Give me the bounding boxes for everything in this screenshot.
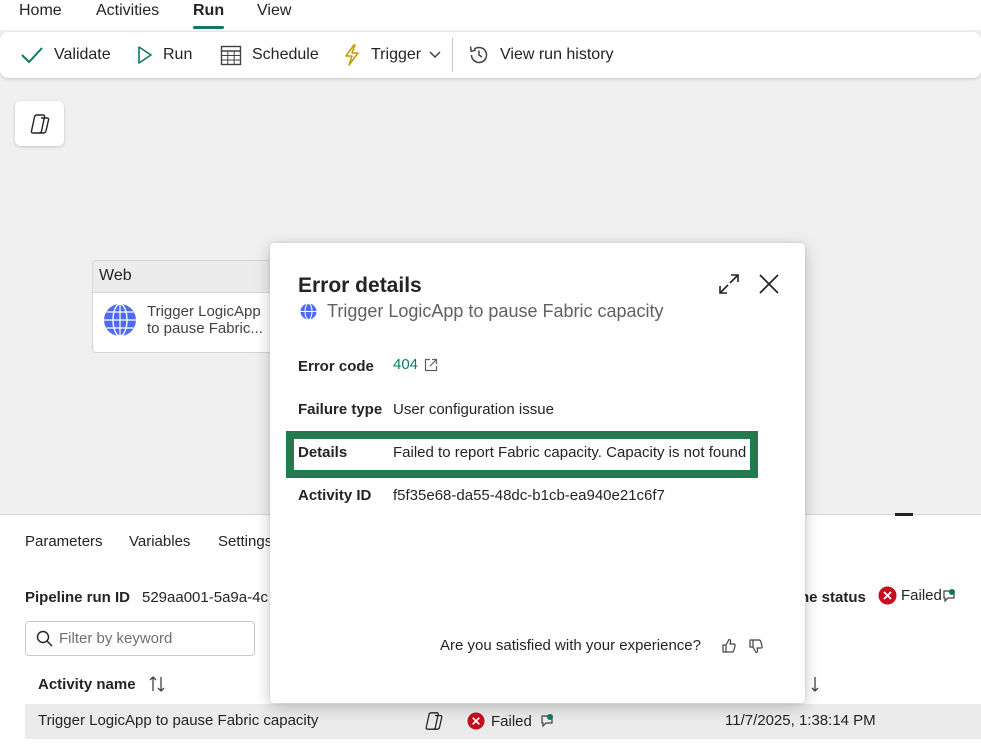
search-icon bbox=[36, 630, 53, 647]
tab-home[interactable]: Home bbox=[19, 2, 62, 20]
row-activity-name: Trigger LogicApp to pause Fabric capacit… bbox=[38, 712, 319, 729]
tab-settings[interactable]: Settings bbox=[218, 533, 272, 550]
activity-body: Trigger LogicApp to pause Fabric... bbox=[103, 303, 267, 337]
row-status-value: Failed bbox=[491, 712, 532, 730]
filter-input-box[interactable] bbox=[25, 621, 255, 656]
close-button[interactable] bbox=[758, 273, 780, 299]
pipeline-run-id-value: 529aa001-5a9a-4c bbox=[142, 589, 268, 606]
dialog-subtitle-text: Trigger LogicApp to pause Fabric capacit… bbox=[327, 301, 664, 321]
message-icon[interactable] bbox=[540, 714, 554, 728]
pipeline-status-label: ne status bbox=[800, 589, 866, 606]
error-code-value: 404 bbox=[393, 356, 419, 373]
resize-handle[interactable] bbox=[895, 513, 913, 516]
column-header-activity-name[interactable]: Activity name bbox=[38, 675, 166, 693]
calendar-icon bbox=[220, 45, 242, 66]
web-activity-card[interactable]: Web Trigger LogicApp to pause Fabric... bbox=[92, 260, 282, 353]
feedback-bar: Are you satisfied with your experience? bbox=[440, 637, 764, 654]
validate-label: Validate bbox=[54, 46, 111, 63]
tab-view[interactable]: View bbox=[257, 2, 291, 20]
toolbar-divider bbox=[452, 38, 453, 72]
details-value: Failed to report Fabric capacity. Capaci… bbox=[393, 444, 747, 461]
close-icon bbox=[759, 274, 779, 294]
play-icon bbox=[138, 46, 152, 64]
expand-icon bbox=[719, 274, 739, 294]
history-icon bbox=[469, 46, 488, 64]
checkmark-icon bbox=[21, 47, 43, 64]
pipeline-status-value: Failed bbox=[901, 587, 942, 604]
schedule-button[interactable]: Schedule bbox=[220, 32, 319, 78]
tab-run[interactable]: Run bbox=[193, 2, 225, 29]
pipeline-status: Failed bbox=[878, 586, 956, 605]
error-code-link[interactable]: 404 bbox=[393, 356, 438, 373]
activity-name-header-label: Activity name bbox=[38, 675, 136, 693]
thumbs-up-icon[interactable] bbox=[721, 638, 737, 654]
globe-icon bbox=[300, 303, 317, 320]
details-label: Details bbox=[298, 444, 348, 461]
view-run-history-label: View run history bbox=[500, 46, 614, 63]
chevron-down-icon bbox=[429, 51, 441, 59]
error-circle-icon bbox=[878, 586, 897, 605]
error-circle-icon bbox=[467, 712, 485, 730]
activity-name-line2: to pause Fabric... bbox=[147, 320, 263, 337]
activity-type-label: Web bbox=[93, 261, 281, 293]
message-icon[interactable] bbox=[942, 588, 956, 603]
trigger-button[interactable]: Trigger bbox=[343, 32, 441, 78]
error-details-dialog: Error details Trigger LogicApp to pause … bbox=[270, 243, 805, 703]
feedback-prompt: Are you satisfied with your experience? bbox=[440, 637, 701, 654]
copilot-button[interactable] bbox=[15, 101, 64, 146]
table-row[interactable]: Trigger LogicApp to pause Fabric capacit… bbox=[25, 704, 981, 739]
tab-parameters[interactable]: Parameters bbox=[25, 533, 103, 550]
filter-input[interactable] bbox=[59, 630, 249, 647]
thumbs-down-icon[interactable] bbox=[748, 638, 764, 654]
activity-name: Trigger LogicApp to pause Fabric... bbox=[147, 303, 267, 337]
ribbon-tabs: Home Activities Run View bbox=[0, 0, 981, 30]
tab-variables[interactable]: Variables bbox=[129, 533, 190, 550]
failure-type-label: Failure type bbox=[298, 401, 383, 418]
row-copilot-icon[interactable] bbox=[423, 711, 445, 731]
toolbar: Validate Run Schedule Trigger View run h… bbox=[0, 32, 981, 78]
activity-id-value: f5f35e68-da55-48dc-b1cb-ea940e21c6f7 bbox=[393, 487, 665, 504]
run-button[interactable]: Run bbox=[137, 32, 192, 78]
row-status: Failed bbox=[467, 712, 554, 730]
globe-icon bbox=[104, 303, 136, 337]
pipeline-run-id-label: Pipeline run ID bbox=[25, 589, 131, 606]
copilot-icon bbox=[30, 113, 49, 134]
error-code-label: Error code bbox=[298, 358, 374, 375]
tab-activities[interactable]: Activities bbox=[96, 2, 159, 20]
sort-icon[interactable] bbox=[148, 675, 166, 693]
activity-id-label: Activity ID bbox=[298, 487, 372, 504]
trigger-label: Trigger bbox=[371, 46, 422, 63]
failure-type-value: User configuration issue bbox=[393, 401, 554, 418]
dialog-title: Error details bbox=[298, 274, 422, 297]
schedule-label: Schedule bbox=[252, 46, 319, 63]
view-run-history-button[interactable]: View run history bbox=[468, 32, 614, 78]
activity-name-line1: Trigger LogicApp bbox=[147, 303, 261, 320]
run-label: Run bbox=[163, 46, 193, 63]
expand-button[interactable] bbox=[718, 273, 740, 299]
validate-button[interactable]: Validate bbox=[20, 32, 111, 78]
lightning-icon bbox=[345, 44, 359, 66]
copilot-icon bbox=[425, 712, 443, 730]
row-run-start: 11/7/2025, 1:38:14 PM bbox=[725, 712, 876, 729]
open-external-icon bbox=[424, 358, 438, 371]
dialog-subtitle: Trigger LogicApp to pause Fabric capacit… bbox=[300, 301, 664, 322]
